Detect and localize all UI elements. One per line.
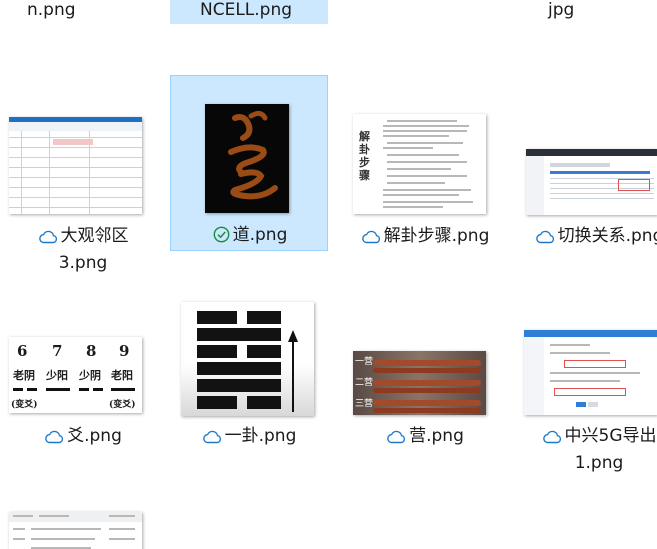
file-name-top-right[interactable]: jpg: [548, 0, 574, 20]
file-tile-jiegua[interactable]: 解卦步骤 解卦步骤.png: [346, 76, 504, 272]
cloud-icon: [535, 227, 555, 251]
cloud-icon: [542, 427, 562, 451]
thumbnail-sticks-photo: 一营 二营 三营: [353, 351, 486, 415]
cloud-icon: [361, 227, 381, 251]
thumbnail-web-form: [524, 330, 657, 415]
thumbnail-hexagram: [181, 302, 314, 416]
file-name-yigua: 一卦.png: [170, 424, 328, 451]
thumbnail-spreadsheet: [9, 117, 142, 214]
file-name-yao: 爻.png: [4, 424, 162, 451]
file-name-jiegua: 解卦步骤.png: [346, 224, 504, 251]
file-tile-zte5g[interactable]: 中兴5G导出 1.png: [520, 300, 657, 496]
cloud-icon: [386, 427, 406, 451]
cloud-icon: [202, 427, 222, 451]
jiegua-vertical-title: 解卦步骤: [359, 130, 370, 182]
file-name-top-middle[interactable]: NCELL.png: [200, 0, 292, 20]
file-name-ying: 营.png: [346, 424, 504, 451]
file-tile-qiehuan[interactable]: 切换关系.png: [520, 76, 657, 272]
thumbnail-partial-document: [9, 512, 142, 549]
check-circle-icon: [213, 226, 230, 250]
file-tile-partial-bottom[interactable]: [4, 506, 162, 549]
thumbnail-calligraphy: [205, 104, 289, 213]
file-name-zte5g: 中兴5G导出 1.png: [520, 424, 657, 475]
file-tile-dao[interactable]: 道.png: [170, 75, 328, 251]
cloud-icon: [38, 227, 58, 251]
file-name-daguan: 大观邻区 3.png: [4, 224, 162, 275]
file-tile-ying[interactable]: 一营 二营 三营 营.png: [346, 300, 504, 496]
file-explorer-view: n.png NCELL.png jpg 大观邻区 3.png 道.png 解卦步…: [0, 0, 657, 549]
file-name-top-left[interactable]: n.png: [27, 0, 76, 20]
calligraphy-glyph-image: [228, 110, 278, 200]
thumbnail-yao-chart: 6 7 8 9 老阴 少阳 少阴 老阳 (变爻) (变爻): [9, 337, 142, 413]
thumbnail-document: 解卦步骤: [353, 114, 486, 214]
file-tile-daguan[interactable]: 大观邻区 3.png: [4, 76, 162, 275]
file-tile-yao[interactable]: 6 7 8 9 老阴 少阳 少阴 老阳 (变爻) (变爻) 爻.png: [4, 300, 162, 496]
file-name-dao: 道.png: [171, 223, 329, 250]
thumbnail-web-table: [526, 149, 657, 215]
arrow-up-icon: [288, 330, 298, 412]
file-name-qiehuan: 切换关系.png: [520, 224, 657, 251]
file-tile-yigua[interactable]: 一卦.png: [170, 300, 328, 496]
cloud-icon: [44, 427, 64, 451]
